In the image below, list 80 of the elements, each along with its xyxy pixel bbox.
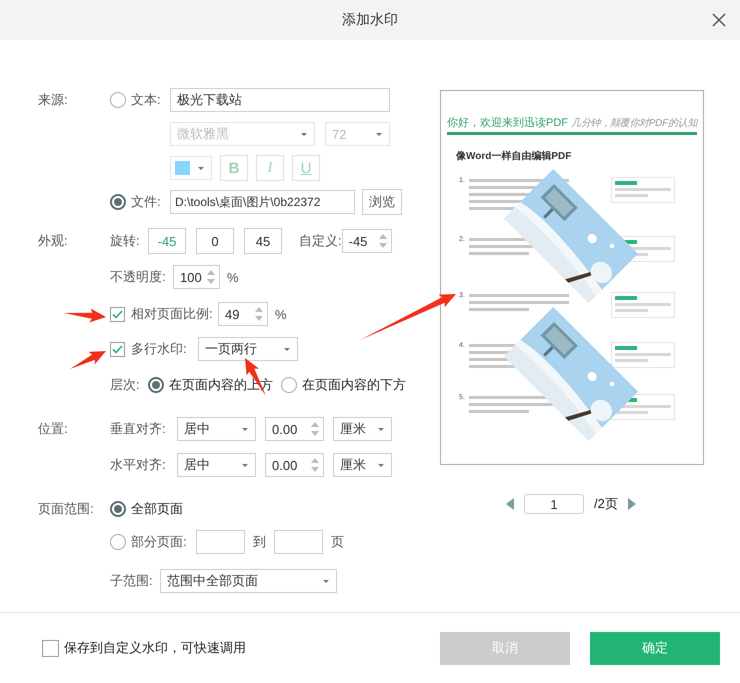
checkbox[interactable] (110, 342, 125, 356)
field-label: 层次: (110, 376, 141, 394)
radio-button[interactable] (110, 92, 126, 108)
document-heading: 像Word一样自由编辑PDF (456, 150, 572, 163)
stepper-icon (378, 233, 387, 249)
document-subtitle: 几分钟，颠覆你对PDF的认知 (571, 116, 697, 130)
annotation-arrow (70, 351, 106, 369)
stepper-icon (255, 306, 263, 322)
radio-button[interactable] (148, 377, 164, 393)
caret-icon (301, 133, 307, 136)
window-title: 添加水印 (342, 11, 398, 29)
checkbox-label: 相对页面比例: (131, 305, 214, 323)
annotation-arrow (64, 308, 106, 322)
section-label: 外观: (38, 232, 69, 250)
field-label: 到 (253, 533, 266, 551)
rotation-preset-button[interactable]: 0 (196, 228, 234, 254)
file-path-field[interactable]: D:\tools\桌面\图片\0b22372 (170, 190, 355, 214)
radio-button[interactable] (110, 194, 126, 210)
field-label: 垂直对齐: (110, 420, 167, 438)
page-total: /2页 (594, 495, 618, 513)
from-page-field[interactable] (196, 530, 245, 554)
unit-label: % (227, 270, 239, 284)
previous-page-icon[interactable] (506, 498, 514, 510)
option-label: 在页面内容的上方 (169, 376, 273, 394)
offset-spinbox[interactable]: 0.00 (265, 453, 324, 477)
text-field[interactable]: 极光下载站 (170, 88, 390, 112)
unit-label: % (275, 306, 287, 322)
caret-icon (378, 428, 384, 431)
alignment-dropdown[interactable]: 居中 (177, 453, 256, 477)
alignment-dropdown[interactable]: 居中 (177, 417, 256, 441)
caret-icon (242, 428, 248, 431)
page-number-field[interactable]: 1 (524, 494, 584, 514)
radio-button[interactable] (110, 501, 126, 517)
radio-button[interactable] (110, 534, 126, 550)
multiline-dropdown[interactable]: 一页两行 (198, 337, 298, 361)
next-page-icon[interactable] (628, 498, 636, 510)
document-title: 你好，欢迎来到迅读PDF (447, 116, 568, 130)
option-label: 全部页面 (131, 500, 183, 518)
caret-icon (198, 167, 204, 170)
caret-icon (376, 133, 382, 136)
option-label: 文本: (131, 91, 162, 109)
unit-dropdown[interactable]: 厘米 (333, 453, 392, 477)
color-picker[interactable] (170, 156, 212, 180)
subrange-dropdown[interactable]: 范围中全部页面 (160, 569, 337, 593)
screenshot-thumbnail (610, 342, 675, 368)
field-label: 自定义: (299, 232, 342, 250)
checkbox[interactable] (110, 306, 125, 322)
checkbox[interactable] (42, 640, 59, 656)
radio-button[interactable] (281, 377, 297, 393)
caret-icon (378, 464, 384, 467)
checkbox-label: 多行水印: (131, 340, 188, 358)
field-label: 子范围: (110, 572, 154, 590)
option-label: 在页面内容的下方 (302, 376, 406, 394)
screenshot-thumbnail (610, 292, 675, 318)
caret-icon (284, 348, 290, 351)
screenshot-thumbnail (610, 177, 675, 203)
option-label: 文件: (131, 193, 162, 211)
unit-dropdown[interactable]: 厘米 (333, 417, 392, 441)
browse-button[interactable]: 浏览 (362, 189, 402, 215)
stepper-icon (207, 269, 215, 285)
offset-spinbox[interactable]: 0.00 (265, 417, 324, 441)
section-label: 位置: (38, 420, 69, 438)
rotation-spinbox[interactable]: -45 (342, 229, 392, 253)
caret-icon (242, 464, 248, 467)
rotation-preset-button[interactable]: 45 (244, 228, 282, 254)
field-label: 不透明度: (110, 268, 167, 286)
field-label: 页 (331, 533, 344, 551)
scale-spinbox[interactable]: 49 (218, 302, 268, 326)
opacity-spinbox[interactable]: 100 (173, 265, 220, 289)
field-label: 水平对齐: (110, 456, 167, 474)
option-label: 部分页面: (131, 533, 188, 551)
caret-icon (323, 580, 329, 583)
to-page-field[interactable] (274, 530, 323, 554)
close-icon[interactable] (712, 13, 726, 27)
field-label: 旋转: (110, 232, 141, 250)
section-label: 页面范围: (38, 500, 95, 518)
stepper-icon (311, 421, 319, 437)
section-label: 来源: (38, 91, 69, 109)
checkbox-label: 保存到自定义水印，可快速调用 (64, 639, 246, 657)
stepper-icon (311, 457, 319, 473)
